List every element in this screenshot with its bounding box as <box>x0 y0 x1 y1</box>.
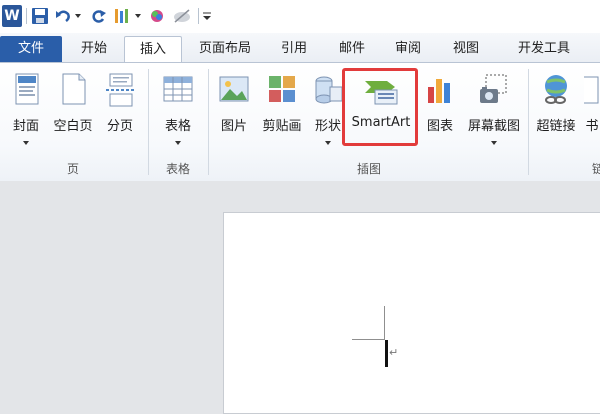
margin-corner-mark <box>352 339 385 340</box>
hyperlink-button[interactable]: 超链接 <box>532 69 580 149</box>
redo-icon[interactable] <box>90 4 108 28</box>
margin-corner-mark <box>384 306 385 340</box>
save-icon[interactable] <box>30 4 50 28</box>
group-separator <box>528 69 529 175</box>
tab-insert[interactable]: 插入 <box>124 36 182 65</box>
cover-page-icon <box>10 73 42 107</box>
tab-mailings[interactable]: 邮件 <box>330 36 374 63</box>
format-painter-icon[interactable] <box>112 4 132 28</box>
ribbon-tab-bar: 文件 开始 插入 页面布局 引用 邮件 审阅 视图 开发工具 <box>0 33 600 65</box>
chart-label: 图表 <box>426 119 453 134</box>
blank-page-icon <box>57 73 89 107</box>
color-icon[interactable] <box>148 4 166 28</box>
ribbon-insert: 封面 空白页 分页 页 表格 表格 图片 剪贴画 形状 SmartArt 图表 … <box>0 62 600 182</box>
screenshot-label: 屏幕截图 <box>467 119 520 134</box>
tab-view[interactable]: 视图 <box>444 36 488 63</box>
hyperlink-icon <box>540 73 572 107</box>
undo-dropdown-icon[interactable] <box>74 4 82 28</box>
shapes-label: 形状 <box>314 119 341 134</box>
cover-page-button[interactable]: 封面 <box>6 69 46 149</box>
group-label-links: 链 <box>592 162 600 176</box>
table-dropdown-icon[interactable] <box>175 141 181 145</box>
clip-art-label: 剪贴画 <box>262 119 302 134</box>
screenshot-dropdown-icon[interactable] <box>491 141 497 145</box>
page-break-label: 分页 <box>106 119 133 134</box>
blank-page-button[interactable]: 空白页 <box>48 69 98 149</box>
undo-icon[interactable] <box>54 4 72 28</box>
clip-art-button[interactable]: 剪贴画 <box>258 69 306 149</box>
paragraph-mark: ↵ <box>389 346 399 359</box>
picture-label: 图片 <box>220 119 247 134</box>
qat-separator <box>26 8 27 24</box>
word-logo-icon[interactable]: W <box>2 5 22 27</box>
tab-review[interactable]: 审阅 <box>386 36 430 63</box>
bookmark-label: 书 <box>585 119 599 134</box>
tab-developer[interactable]: 开发工具 <box>506 36 582 63</box>
hyperlink-label: 超链接 <box>536 119 576 134</box>
table-icon <box>162 73 194 107</box>
tab-references[interactable]: 引用 <box>272 36 316 63</box>
picture-icon <box>218 73 250 107</box>
tab-page-layout[interactable]: 页面布局 <box>190 36 260 63</box>
document-page[interactable] <box>223 212 600 414</box>
text-cursor <box>385 340 388 367</box>
clip-art-icon <box>266 73 298 107</box>
cover-page-label: 封面 <box>12 119 39 134</box>
group-separator <box>148 69 149 175</box>
bookmark-button[interactable]: 书 <box>584 69 600 149</box>
group-separator <box>208 69 209 175</box>
group-label-tables: 表格 <box>165 162 190 176</box>
chart-button[interactable]: 图表 <box>420 69 460 149</box>
group-label-pages: 页 <box>66 162 79 176</box>
bookmark-icon <box>584 73 600 107</box>
screenshot-button[interactable]: 屏幕截图 <box>462 69 526 149</box>
cover-dropdown-icon[interactable] <box>23 141 29 145</box>
chart-icon <box>424 73 456 107</box>
shapes-icon <box>312 73 344 107</box>
group-label-illustrations: 插图 <box>356 162 381 176</box>
page-break-icon <box>104 73 136 107</box>
customize-qat-icon[interactable] <box>202 4 212 28</box>
quick-access-toolbar: W <box>0 0 600 34</box>
table-button[interactable]: 表格 <box>156 69 200 149</box>
picture-button[interactable]: 图片 <box>214 69 254 149</box>
qat-separator <box>198 8 199 24</box>
page-break-button[interactable]: 分页 <box>100 69 140 149</box>
table-label: 表格 <box>164 119 191 134</box>
clear-format-icon[interactable] <box>172 4 192 28</box>
screenshot-icon <box>478 73 510 107</box>
tab-file[interactable]: 文件 <box>0 36 62 63</box>
blank-page-label: 空白页 <box>53 119 93 134</box>
painter-dropdown-icon[interactable] <box>134 4 142 28</box>
tab-home[interactable]: 开始 <box>72 36 116 63</box>
smartart-highlight <box>342 68 418 146</box>
shapes-dropdown-icon[interactable] <box>325 141 331 145</box>
